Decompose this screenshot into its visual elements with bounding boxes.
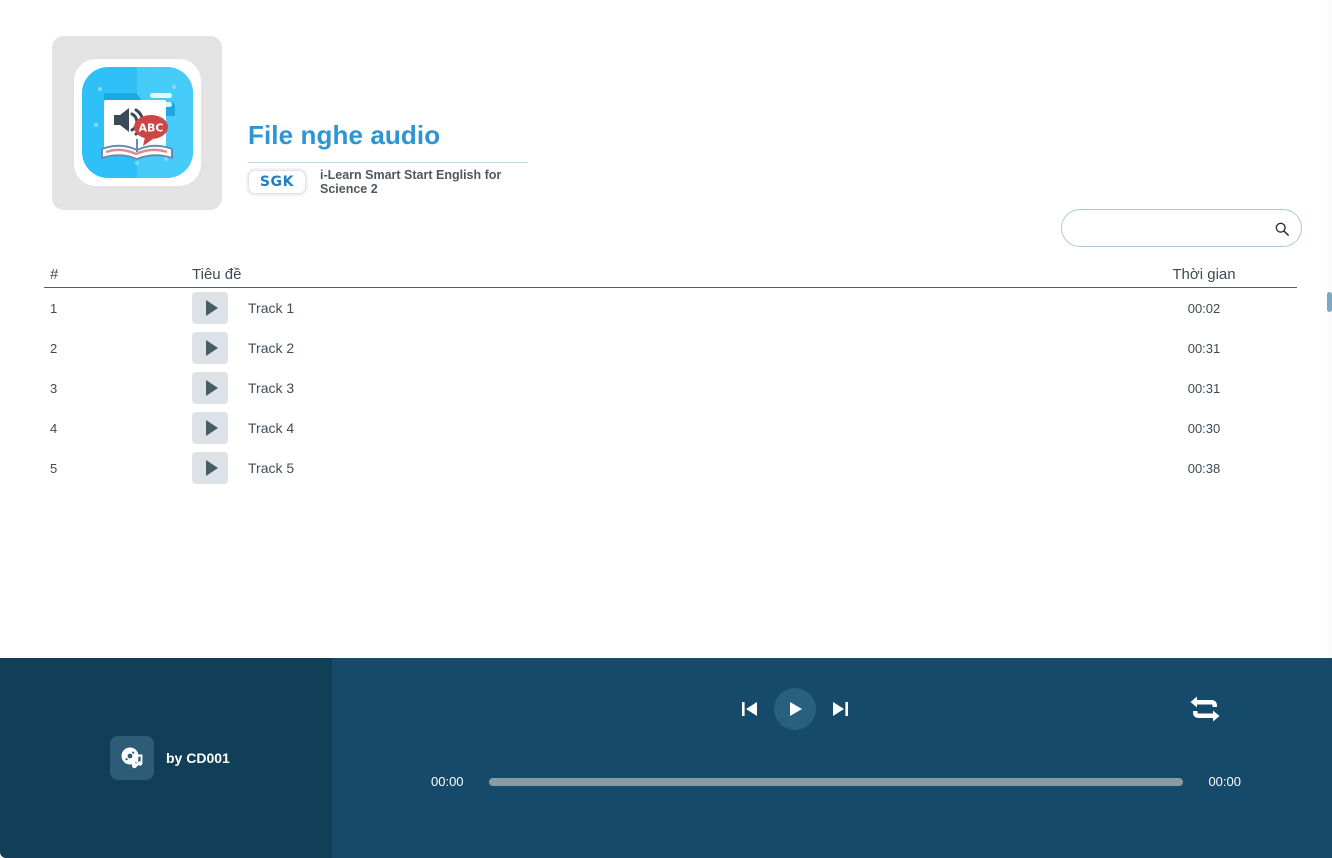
repeat-icon <box>1188 694 1222 724</box>
current-time-label: 00:00 <box>431 774 473 789</box>
sgk-badge-label: SGK <box>260 174 294 190</box>
table-row[interactable]: 4 Track 4 00:30 <box>44 408 1297 448</box>
table-row[interactable]: 3 Track 3 00:31 <box>44 368 1297 408</box>
previous-track-icon <box>740 698 760 720</box>
track-number: 1 <box>44 301 114 316</box>
album-title-block: File nghe audio <box>248 120 548 163</box>
track-duration: 00:38 <box>1117 461 1297 476</box>
table-row[interactable]: 5 Track 5 00:38 <box>44 448 1297 488</box>
play-icon <box>206 380 218 396</box>
play-icon <box>206 300 218 316</box>
track-play-button[interactable] <box>192 332 228 364</box>
album-art-frame: ABC <box>52 36 222 210</box>
repeat-button[interactable] <box>1188 694 1222 727</box>
previous-track-button[interactable] <box>740 698 760 720</box>
now-playing: by CD001 <box>110 736 230 780</box>
track-duration: 00:31 <box>1117 341 1297 356</box>
track-play-button[interactable] <box>192 452 228 484</box>
track-title: Track 5 <box>248 460 294 476</box>
track-duration: 00:02 <box>1117 301 1297 316</box>
book-info-row: SGK i-Learn Smart Start English for Scie… <box>248 168 520 196</box>
track-title: Track 1 <box>248 300 294 316</box>
page-title: File nghe audio <box>248 120 548 150</box>
track-table: # Tiêu đề Thời gian 1 Track 1 00:02 2 Track … <box>44 262 1297 488</box>
title-divider <box>248 162 528 163</box>
progress-row: 00:00 00:00 <box>431 774 1241 789</box>
audio-player-page: ABC File nghe audio SGK i-Learn Smart St… <box>0 0 1332 858</box>
play-icon <box>206 460 218 476</box>
play-icon <box>206 340 218 356</box>
column-header-duration: Thời gian <box>1117 266 1297 283</box>
track-play-button[interactable] <box>192 292 228 324</box>
audio-book-folder-icon: ABC <box>82 67 193 178</box>
play-icon <box>785 699 805 719</box>
track-title: Track 2 <box>248 340 294 356</box>
track-play-button[interactable] <box>192 412 228 444</box>
column-header-title: Tiêu đề <box>114 266 1117 283</box>
table-row[interactable]: 1 Track 1 00:02 <box>44 288 1297 328</box>
next-track-button[interactable] <box>830 698 850 720</box>
player-controls <box>740 688 850 730</box>
table-row[interactable]: 2 Track 2 00:31 <box>44 328 1297 368</box>
page-scrollbar-thumb[interactable] <box>1327 292 1332 312</box>
track-number: 4 <box>44 421 114 436</box>
search-input[interactable] <box>1061 209 1302 247</box>
track-play-button[interactable] <box>192 372 228 404</box>
album-header: ABC File nghe audio SGK i-Learn Smart St… <box>0 0 1332 36</box>
sgk-badge: SGK <box>248 170 306 194</box>
track-number: 5 <box>44 461 114 476</box>
play-button[interactable] <box>774 688 816 730</box>
track-list: 1 Track 1 00:02 2 Track 2 00:31 3 Track 3 00:31 4… <box>44 288 1297 488</box>
table-header-row: # Tiêu đề Thời gian <box>44 262 1297 288</box>
album-art-inner: ABC <box>74 59 201 186</box>
search-box[interactable] <box>1061 209 1302 247</box>
play-icon <box>206 420 218 436</box>
progress-slider[interactable] <box>489 778 1183 786</box>
book-name: i-Learn Smart Start English for Science … <box>320 168 520 196</box>
now-playing-label: by CD001 <box>166 750 230 766</box>
total-time-label: 00:00 <box>1199 774 1241 789</box>
track-title: Track 4 <box>248 420 294 436</box>
track-duration: 00:31 <box>1117 381 1297 396</box>
svg-text:ABC: ABC <box>139 122 164 135</box>
disc-music-icon <box>110 736 154 780</box>
track-number: 2 <box>44 341 114 356</box>
track-duration: 00:30 <box>1117 421 1297 436</box>
next-track-icon <box>830 698 850 720</box>
column-header-number: # <box>44 266 114 283</box>
track-title: Track 3 <box>248 380 294 396</box>
track-number: 3 <box>44 381 114 396</box>
